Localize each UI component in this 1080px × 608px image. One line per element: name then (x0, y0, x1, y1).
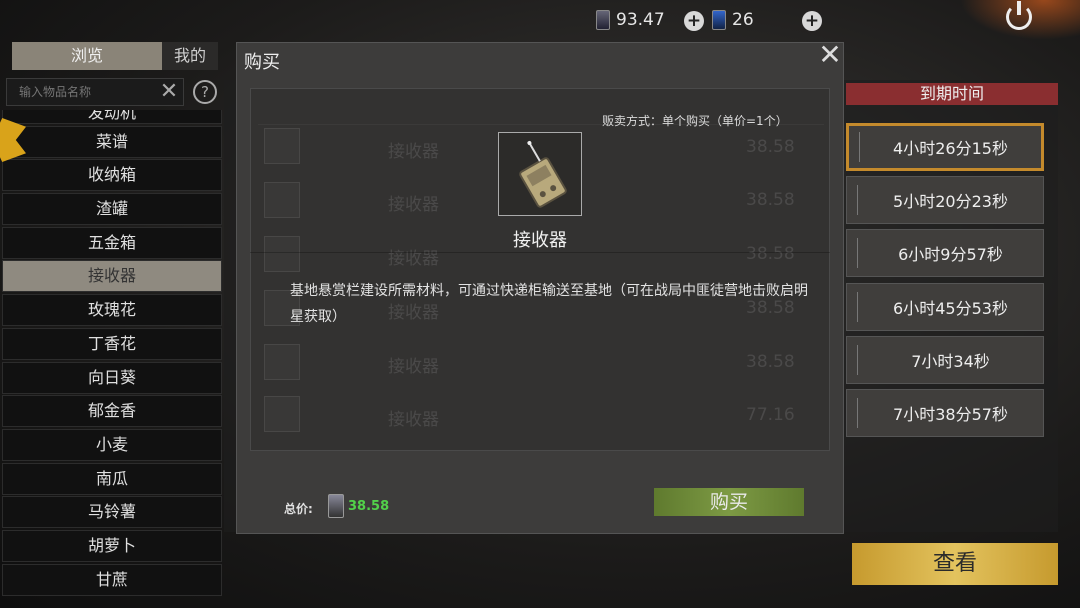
sidebar-item-storage-box[interactable]: 收纳箱 (2, 159, 222, 192)
sidebar-item-recipe[interactable]: 菜谱 (2, 125, 222, 158)
listing-row-expiry[interactable]: 4小时26分15秒 (846, 123, 1044, 171)
sidebar-item-slag-can[interactable]: 渣罐 (2, 193, 222, 226)
ghost-row-price: 38.58 (746, 244, 795, 264)
divider (250, 252, 830, 253)
listing-row-expiry[interactable]: 5小时20分23秒 (846, 176, 1044, 224)
buy-button[interactable]: 购买 (654, 488, 804, 516)
help-icon[interactable]: ? (193, 80, 217, 104)
currency-1-value: 93.47 (616, 10, 665, 30)
clear-search-icon[interactable]: ✕ (158, 80, 180, 104)
listing-row-expiry[interactable]: 6小时9分57秒 (846, 229, 1044, 277)
total-price-label: 总价: (284, 502, 313, 516)
ghost-row-name: 接收器 (388, 249, 439, 269)
sidebar-item-hardware-box[interactable]: 五金箱 (2, 226, 222, 259)
sidebar-item-wheat[interactable]: 小麦 (2, 428, 222, 461)
sidebar-item-sunflower[interactable]: 向日葵 (2, 361, 222, 394)
ghost-item-icon (264, 236, 300, 272)
ghost-item-icon (264, 396, 300, 432)
search-input[interactable] (7, 79, 147, 105)
currency-2-value: 26 (732, 10, 754, 30)
item-name: 接收器 (513, 230, 567, 251)
sidebar-item-receiver[interactable]: 接收器 (2, 260, 222, 293)
listing-row-expiry[interactable]: 7小时38分57秒 (846, 389, 1044, 437)
ghost-row-price: 38.58 (746, 352, 795, 372)
sidebar-item-carrot[interactable]: 胡萝卜 (2, 529, 222, 562)
ghost-row-price: 38.58 (746, 190, 795, 210)
total-price-value: 38.58 (348, 499, 390, 514)
sidebar-item-rose[interactable]: 玫瑰花 (2, 294, 222, 327)
sidebar-tabs: 浏览 我的 (12, 42, 219, 70)
receiver-item-icon (498, 132, 582, 216)
sidebar-item-engine[interactable]: 发动机 (2, 110, 222, 124)
listing-row-expiry[interactable]: 6小时45分53秒 (846, 283, 1044, 331)
tab-mine[interactable]: 我的 (162, 42, 219, 70)
ticket-icon (328, 494, 344, 518)
ghost-row-name: 接收器 (388, 410, 439, 430)
add-currency-2-button[interactable]: + (802, 11, 822, 31)
sidebar-item-lilac[interactable]: 丁香花 (2, 327, 222, 360)
ghost-item-icon (264, 344, 300, 380)
listing-row-expiry[interactable]: 7小时34秒 (846, 336, 1044, 384)
ghost-row-price: 38.58 (746, 137, 795, 157)
currency-1: 93.47 (596, 10, 665, 30)
add-currency-1-button[interactable]: + (684, 11, 704, 31)
expiry-header: 到期时间 (846, 83, 1058, 105)
close-icon[interactable]: ✕ (816, 41, 844, 70)
gem-card-icon (712, 10, 726, 30)
item-description: 基地悬赏栏建设所需材料，可通过快递柜输送至基地（可在战局中匪徒营地击败启明星获取… (290, 283, 808, 325)
ghost-row-name: 接收器 (388, 357, 439, 377)
sidebar-item-pumpkin[interactable]: 南瓜 (2, 462, 222, 495)
power-icon[interactable] (1006, 1, 1032, 30)
dialog-title: 购买 (244, 52, 280, 73)
sidebar-item-sugarcane[interactable]: 甘蔗 (2, 563, 222, 596)
sidebar-item-tulip[interactable]: 郁金香 (2, 395, 222, 428)
ghost-row-name: 接收器 (388, 195, 439, 215)
view-button[interactable]: 查看 (852, 543, 1058, 585)
ghost-item-icon (264, 128, 300, 164)
sidebar-item-potato[interactable]: 马铃薯 (2, 496, 222, 529)
currency-2: 26 (712, 10, 754, 30)
ghost-row-price: 77.16 (746, 405, 795, 425)
ghost-row-name: 接收器 (388, 142, 439, 162)
sale-mode-text: 贩卖方式：单个购买（单价=1个） (602, 114, 788, 128)
ghost-item-icon (264, 182, 300, 218)
category-list: 发动机 菜谱 收纳箱 渣罐 五金箱 接收器 玫瑰花 丁香花 向日葵 郁金香 小麦… (0, 110, 224, 608)
ticket-icon (596, 10, 610, 30)
tab-browse[interactable]: 浏览 (12, 42, 162, 70)
receiver-icon (519, 140, 567, 208)
